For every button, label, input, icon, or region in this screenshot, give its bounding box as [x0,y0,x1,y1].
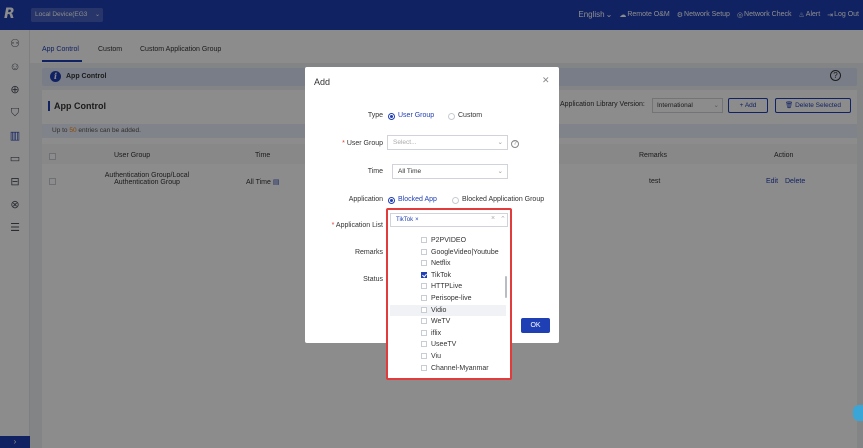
application-list-select[interactable]: TikTok × × ⌃ [390,213,508,227]
option-item[interactable]: P2PVIDEO [390,235,506,247]
status-label: Status [363,276,383,283]
remove-tag-icon[interactable]: × [415,217,419,223]
application-label: Application [348,196,383,203]
application-list-label: * Application List [331,222,383,229]
ok-button[interactable]: OK [521,318,550,333]
options-scrollbar[interactable] [505,276,507,298]
chevron-up-icon[interactable]: ⌃ [500,215,506,223]
selected-app-tag: TikTok × [396,217,419,223]
type-custom-radio[interactable] [448,113,455,120]
option-item[interactable]: Channel-Myanmar [390,363,506,375]
option-item[interactable]: GoogleVideo|Youtube [390,247,506,259]
option-item[interactable]: TikTok [390,270,506,282]
option-label: P2PVIDEO [431,237,467,244]
blocked-app-radio[interactable] [388,197,395,204]
option-label: GoogleVideo|Youtube [431,248,499,256]
option-checkbox[interactable] [421,248,427,255]
user-group-select[interactable]: Select... ⌄ [387,135,508,150]
option-checkbox[interactable] [421,306,427,313]
option-label: WeTV [431,318,451,326]
option-label: Vidio [431,306,447,314]
blocked-app-label[interactable]: Blocked App [398,196,437,203]
option-label: HTTPLive [431,283,463,291]
option-item[interactable]: Netflix [390,258,506,270]
chevron-down-icon: ⌄ [497,139,503,146]
option-checkbox[interactable] [421,260,427,267]
option-label: Netflix [431,260,451,268]
dialog-title: Add [314,77,331,87]
user-group-label: * User Group [342,140,383,147]
type-label: Type [367,112,383,119]
option-checkbox[interactable] [421,341,427,348]
option-item[interactable]: HTTPLive [390,281,506,293]
option-label: Perisope-live [431,295,472,302]
option-checkbox[interactable] [421,318,427,325]
type-custom-label[interactable]: Custom [458,112,482,119]
application-list-dropdown: TikTok × × ⌃ P2PVIDEO GoogleVideo|Youtube N… [386,208,512,380]
time-select[interactable]: All Time ⌄ [392,164,508,179]
option-item[interactable]: Viu [390,351,506,363]
support-icon[interactable] [853,405,863,421]
option-checkbox[interactable] [421,353,427,359]
close-icon[interactable]: ✕ [542,75,550,86]
option-item[interactable]: Perisope-live [390,293,506,305]
application-options: P2PVIDEO GoogleVideo|Youtube Netflix TikTok… [390,235,508,376]
option-checkbox[interactable] [421,283,427,290]
option-checkbox[interactable] [421,237,427,243]
option-item[interactable]: WeTV [390,316,506,328]
question-icon[interactable]: ? [511,140,519,148]
option-checkbox[interactable] [421,329,427,336]
option-label: TikTok [431,271,451,279]
option-checkbox[interactable] [421,364,427,371]
option-label: UseeTV [431,341,457,349]
type-user-group-radio[interactable] [388,113,395,120]
option-checkbox[interactable] [421,295,427,301]
option-label: Viu [431,353,441,360]
option-label: Channel-Myanmar [431,364,489,372]
chevron-down-icon: ⌄ [497,168,503,175]
blocked-app-group-radio[interactable] [452,197,459,204]
option-label: iflix [431,329,442,337]
clear-icon[interactable]: × [491,215,495,222]
option-item[interactable]: Vidio [390,304,506,317]
option-checkbox[interactable] [421,271,427,278]
type-user-group-label[interactable]: User Group [398,112,434,119]
blocked-app-group-label[interactable]: Blocked Application Group [462,196,544,203]
option-item[interactable]: iflix [390,328,506,340]
remarks-label: Remarks [354,249,383,256]
time-label: Time [367,168,383,175]
option-item[interactable]: UseeTV [390,339,506,351]
